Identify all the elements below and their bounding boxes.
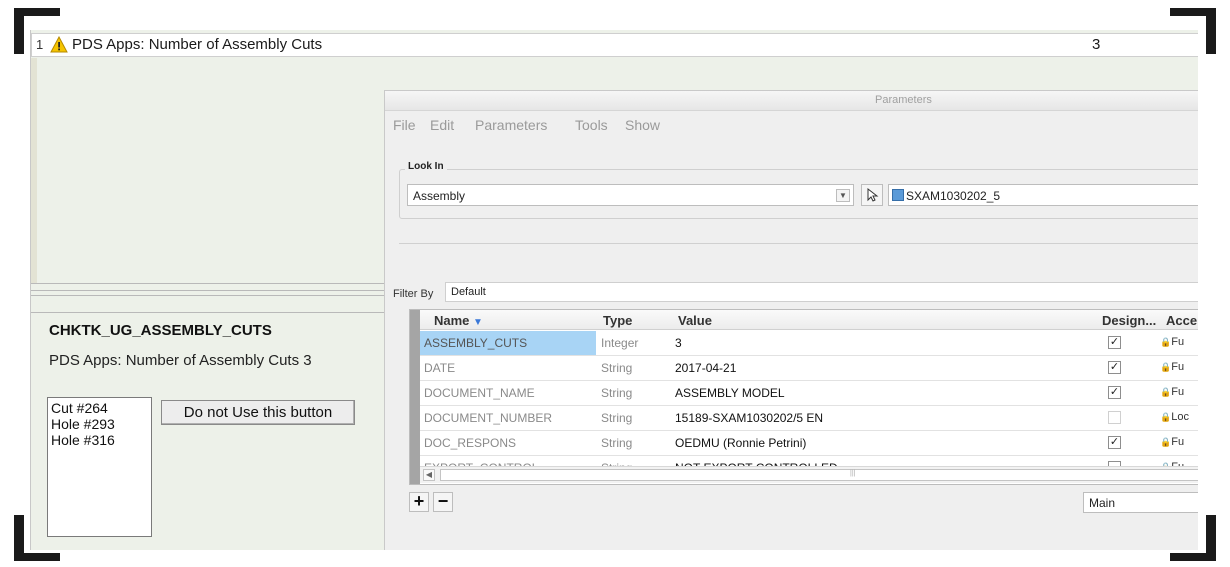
left-gutter <box>31 58 37 283</box>
param-value-cell[interactable]: 2017-04-21 <box>675 361 736 375</box>
lock-icon: 🔒 <box>1160 412 1172 422</box>
horizontal-scrollbar[interactable]: ◀ ||| <box>420 466 1198 483</box>
param-value-cell[interactable]: OEDMU (Ronnie Petrini) <box>675 436 806 450</box>
pointer-arrow-icon <box>867 187 879 202</box>
remove-parameter-button[interactable]: − <box>433 492 453 512</box>
lock-icon: 🔒 <box>1160 362 1172 372</box>
select-model-button[interactable] <box>861 184 883 206</box>
splitter-line <box>31 312 384 313</box>
menu-edit[interactable]: Edit <box>430 117 454 133</box>
check-summary: PDS Apps: Number of Assembly Cuts 3 <box>49 352 312 369</box>
param-name-cell[interactable]: DATE <box>424 361 455 375</box>
warning-icon <box>50 36 68 53</box>
check-count: 3 <box>1092 36 1101 53</box>
access-value: Fu <box>1171 336 1185 348</box>
designate-checkbox[interactable]: ✓ <box>1108 386 1121 399</box>
filter-value: Default <box>451 286 486 298</box>
splitter-line[interactable] <box>31 290 384 291</box>
look-in-value: Assembly <box>413 189 466 203</box>
column-header-label: Name <box>434 313 470 328</box>
param-type-cell[interactable]: String <box>601 386 632 400</box>
table-row[interactable]: DATE String 2017-04-21 ✓ 🔒Fu <box>420 356 1198 381</box>
designate-checkbox[interactable] <box>1108 411 1121 424</box>
scrollbar-grip-icon: ||| <box>850 470 856 477</box>
access-cell[interactable]: 🔒Fu <box>1160 386 1184 398</box>
scrollbar-thumb[interactable] <box>440 469 1198 481</box>
param-name-cell[interactable]: DOC_RESPONS <box>424 436 516 450</box>
lock-icon: 🔒 <box>1160 437 1172 447</box>
param-name-cell[interactable]: DOCUMENT_NAME <box>424 386 535 400</box>
menu-parameters[interactable]: Parameters <box>475 117 547 133</box>
cuts-listbox[interactable]: Cut #264 Hole #293 Hole #316 <box>47 397 152 537</box>
look-in-label: Look In <box>405 161 447 172</box>
table-row[interactable]: DOCUMENT_NUMBER String 15189-SXAM1030202/5… <box>420 406 1198 431</box>
param-name-cell[interactable]: DOCUMENT_NUMBER <box>424 411 552 425</box>
list-item[interactable]: Hole #293 <box>51 416 148 432</box>
application-window: 1 PDS Apps: Number of Assembly Cuts 3 CH… <box>30 30 1198 550</box>
param-type-cell[interactable]: String <box>601 361 632 375</box>
model-name: SXAM1030202_5 <box>906 189 1001 203</box>
add-parameter-button[interactable]: + <box>409 492 429 512</box>
access-cell[interactable]: 🔒Fu <box>1160 336 1184 348</box>
dialog-title: Parameters <box>875 94 932 106</box>
row-header-strip <box>410 310 420 484</box>
assembly-icon <box>892 189 904 201</box>
access-cell[interactable]: 🔒Loc <box>1160 411 1189 423</box>
look-in-select[interactable]: Assembly ▼ <box>407 184 854 206</box>
access-value: Fu <box>1171 386 1185 398</box>
access-value: Loc <box>1171 411 1189 423</box>
filter-by-label: Filter By <box>393 288 434 300</box>
menu-tools[interactable]: Tools <box>575 117 608 133</box>
column-header-designate[interactable]: Design... <box>1098 310 1158 330</box>
column-header-name[interactable]: Name ▼ <box>420 310 596 330</box>
lock-icon: 🔒 <box>1160 337 1172 347</box>
column-header-value[interactable]: Value <box>670 310 1098 330</box>
screenshot-frame: 1 PDS Apps: Number of Assembly Cuts 3 CH… <box>0 0 1230 567</box>
parameters-table: Name ▼ Type Value Design... Acce ASSEMBL… <box>409 309 1198 485</box>
parameters-dialog: Parameters File Edit Parameters Tools Sh… <box>384 90 1198 550</box>
param-value-cell[interactable]: ASSEMBLY MODEL <box>675 386 785 400</box>
designate-checkbox[interactable]: ✓ <box>1108 336 1121 349</box>
param-type-cell[interactable]: String <box>601 411 632 425</box>
access-cell[interactable]: 🔒Fu <box>1160 361 1184 373</box>
column-header-type[interactable]: Type <box>596 310 670 330</box>
check-name-heading: CHKTK_UG_ASSEMBLY_CUTS <box>49 322 272 339</box>
param-type-cell[interactable]: Integer <box>601 336 638 350</box>
menu-bar: File Edit Parameters Tools Show <box>385 111 1198 137</box>
do-not-use-button[interactable]: Do not Use this button <box>161 400 355 425</box>
list-item[interactable]: Cut #264 <box>51 400 148 416</box>
model-name-field[interactable]: SXAM1030202_5 <box>888 184 1198 206</box>
view-select-value: Main <box>1089 496 1116 510</box>
access-value: Fu <box>1171 436 1185 448</box>
view-select[interactable]: Main <box>1083 492 1198 513</box>
filter-by-select[interactable]: Default <box>445 282 1198 302</box>
table-row[interactable]: DOCUMENT_NAME String ASSEMBLY MODEL ✓ 🔒Fu <box>420 381 1198 406</box>
designate-checkbox[interactable]: ✓ <box>1108 361 1121 374</box>
param-value-cell[interactable]: 3 <box>675 336 682 350</box>
dialog-titlebar[interactable]: Parameters <box>385 91 1198 111</box>
lock-icon: 🔒 <box>1160 387 1172 397</box>
param-value-cell[interactable]: 15189-SXAM1030202/5 EN <box>675 411 823 425</box>
chevron-down-icon[interactable]: ▼ <box>836 189 850 202</box>
designate-checkbox[interactable]: ✓ <box>1108 436 1121 449</box>
menu-show[interactable]: Show <box>625 117 660 133</box>
list-item[interactable]: Hole #316 <box>51 432 148 448</box>
param-name-cell[interactable]: ASSEMBLY_CUTS <box>424 336 527 350</box>
splitter-line <box>31 283 384 284</box>
access-value: Fu <box>1171 361 1185 373</box>
sort-descending-icon[interactable]: ▼ <box>473 317 483 328</box>
scroll-left-icon[interactable]: ◀ <box>423 469 435 481</box>
splitter-line <box>31 295 384 296</box>
row-number: 1 <box>36 37 44 52</box>
access-cell[interactable]: 🔒Fu <box>1160 436 1184 448</box>
table-row[interactable]: ASSEMBLY_CUTS Integer 3 ✓ 🔒Fu <box>420 331 1198 356</box>
param-type-cell[interactable]: String <box>601 436 632 450</box>
column-header-access[interactable]: Acce <box>1158 310 1198 330</box>
check-title: PDS Apps: Number of Assembly Cuts <box>72 36 323 53</box>
menu-file[interactable]: File <box>393 117 416 133</box>
table-row[interactable]: DOC_RESPONS String OEDMU (Ronnie Petrini) ✓… <box>420 431 1198 456</box>
check-result-row[interactable]: 1 PDS Apps: Number of Assembly Cuts 3 <box>31 33 1198 57</box>
